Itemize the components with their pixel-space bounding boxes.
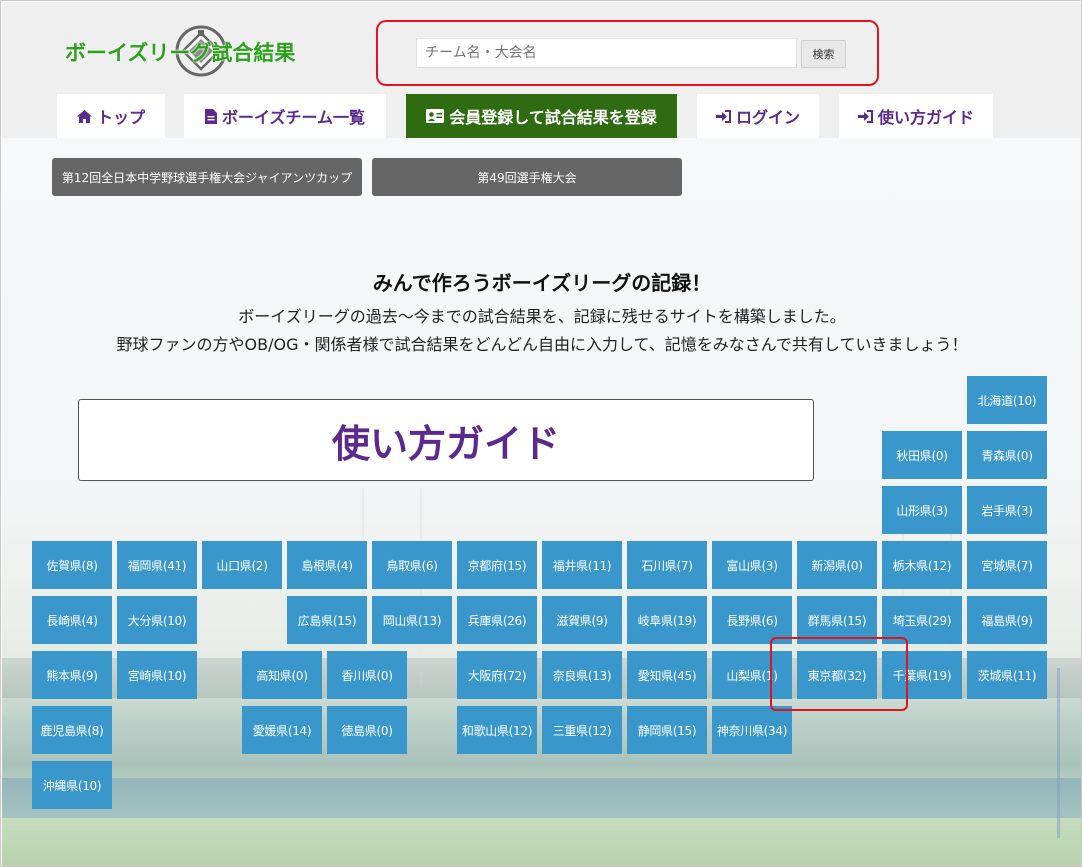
prefecture-tile-okayama[interactable]: 岡山県(13) xyxy=(372,596,452,644)
nav-tab-guide[interactable]: 使い方ガイド xyxy=(839,94,993,138)
prefecture-tile-nagasaki[interactable]: 長崎県(4) xyxy=(32,596,112,644)
document-icon xyxy=(204,108,217,124)
prefecture-tile-ibaraki[interactable]: 茨城県(11) xyxy=(967,651,1047,699)
search-input[interactable] xyxy=(416,38,797,68)
prefecture-tile-niigata[interactable]: 新潟県(0) xyxy=(797,541,877,589)
prefecture-tile-saga[interactable]: 佐賀県(8) xyxy=(32,541,112,589)
nav-tab-login[interactable]: ログイン xyxy=(697,94,819,138)
outfield-wall xyxy=(2,778,1081,818)
intro-title: みんで作ろうボーイズリーグの記録！ xyxy=(372,271,712,295)
tokyo-highlight-annotation xyxy=(770,637,908,711)
prefecture-tile-fukushima[interactable]: 福島県(9) xyxy=(967,596,1047,644)
prefecture-tile-kagawa[interactable]: 香川県(0) xyxy=(327,651,407,699)
prefecture-tile-okinawa[interactable]: 沖縄県(10) xyxy=(32,761,112,809)
prefecture-tile-kagoshima[interactable]: 鹿児島県(8) xyxy=(32,706,112,754)
prefecture-tile-fukuoka[interactable]: 福岡県(41) xyxy=(117,541,197,589)
prefecture-tile-osaka[interactable]: 大阪府(72) xyxy=(457,651,537,699)
prefecture-tile-toyama[interactable]: 富山県(3) xyxy=(712,541,792,589)
intro-text: 野球ファンの方やOB/OG・関係者様で試合結果をどんどん自由に入力して、記憶をみ… xyxy=(116,335,968,354)
nav-tab-register[interactable]: 会員登録して試合結果を登録 xyxy=(406,94,677,138)
page-frame: ボーイズリーグ試合結果 検索 トップ ボーイズチーム一覧 会員登録して試合結果を… xyxy=(0,0,1082,867)
prefecture-tile-miyazaki[interactable]: 宮崎県(10) xyxy=(117,651,197,699)
prefecture-tile-kumamoto[interactable]: 熊本県(9) xyxy=(32,651,112,699)
prefecture-tile-ishikawa[interactable]: 石川県(7) xyxy=(627,541,707,589)
prefecture-tile-akita[interactable]: 秋田県(0) xyxy=(882,431,962,479)
prefecture-tile-tottori[interactable]: 鳥取県(6) xyxy=(372,541,452,589)
prefecture-tile-oita[interactable]: 大分県(10) xyxy=(117,596,197,644)
nav-tab-label: ボーイズチーム一覧 xyxy=(221,108,366,127)
nav-tab-label: トップ xyxy=(96,108,145,127)
nav-tab-top[interactable]: トップ xyxy=(57,94,165,138)
sign-in-icon xyxy=(857,109,873,123)
prefecture-tile-hyogo[interactable]: 兵庫県(26) xyxy=(457,596,537,644)
prefecture-tile-wakayama[interactable]: 和歌山県(12) xyxy=(457,706,537,754)
prefecture-tile-kochi[interactable]: 高知県(0) xyxy=(242,651,322,699)
intro-text: ボーイズリーグの過去〜今までの試合結果を、記録に残せるサイトを構築しました。 xyxy=(238,307,846,326)
prefecture-tile-ehime[interactable]: 愛媛県(14) xyxy=(242,706,322,754)
prefecture-tile-mie[interactable]: 三重県(12) xyxy=(542,706,622,754)
guide-banner-button[interactable]: 使い方ガイド xyxy=(78,399,814,481)
prefecture-tile-miyagi[interactable]: 宮城県(7) xyxy=(967,541,1047,589)
prefecture-tile-fukui[interactable]: 福井県(11) xyxy=(542,541,622,589)
prefecture-tile-yamagata[interactable]: 山形県(3) xyxy=(882,486,962,534)
nav-tab-label: 使い方ガイド xyxy=(877,108,974,127)
prefecture-tile-shizuoka[interactable]: 静岡県(15) xyxy=(627,706,707,754)
prefecture-tile-kanagawa[interactable]: 神奈川県(34) xyxy=(712,706,792,754)
site-logo-text: ボーイズリーグ試合結果 xyxy=(65,41,296,65)
nav-tab-teams[interactable]: ボーイズチーム一覧 xyxy=(184,94,386,138)
search-button[interactable]: 検索 xyxy=(801,40,846,68)
foul-pole xyxy=(1057,668,1060,838)
nav-tab-label: 会員登録して試合結果を登録 xyxy=(449,108,657,127)
prefecture-tile-gifu[interactable]: 岐阜県(19) xyxy=(627,596,707,644)
prefecture-tile-iwate[interactable]: 岩手県(3) xyxy=(967,486,1047,534)
prefecture-tile-nara[interactable]: 奈良県(13) xyxy=(542,651,622,699)
tournament-button-49th[interactable]: 第49回選手権大会 xyxy=(372,158,682,196)
prefecture-tile-hiroshima[interactable]: 広島県(15) xyxy=(287,596,367,644)
prefecture-tile-shiga[interactable]: 滋賀県(9) xyxy=(542,596,622,644)
nav-tab-label: ログイン xyxy=(735,108,800,127)
prefecture-tile-shimane[interactable]: 島根県(4) xyxy=(287,541,367,589)
outfield-grass xyxy=(2,818,1081,866)
sign-in-icon xyxy=(715,109,731,123)
prefecture-tile-aichi[interactable]: 愛知県(45) xyxy=(627,651,707,699)
tournament-button-giants-cup[interactable]: 第12回全日本中学野球選手権大会ジャイアンツカップ xyxy=(52,158,362,196)
prefecture-tile-yamaguchi[interactable]: 山口県(2) xyxy=(202,541,282,589)
prefecture-tile-aomori[interactable]: 青森県(0) xyxy=(967,431,1047,479)
prefecture-tile-tokushima[interactable]: 徳島県(0) xyxy=(327,706,407,754)
id-card-icon xyxy=(426,109,445,123)
home-icon xyxy=(76,109,92,123)
prefecture-tile-kyoto[interactable]: 京都府(15) xyxy=(457,541,537,589)
site-logo[interactable]: ボーイズリーグ試合結果 xyxy=(65,25,335,79)
prefecture-tile-hokkaido[interactable]: 北海道(10) xyxy=(967,376,1047,424)
prefecture-tile-tochigi[interactable]: 栃木県(12) xyxy=(882,541,962,589)
